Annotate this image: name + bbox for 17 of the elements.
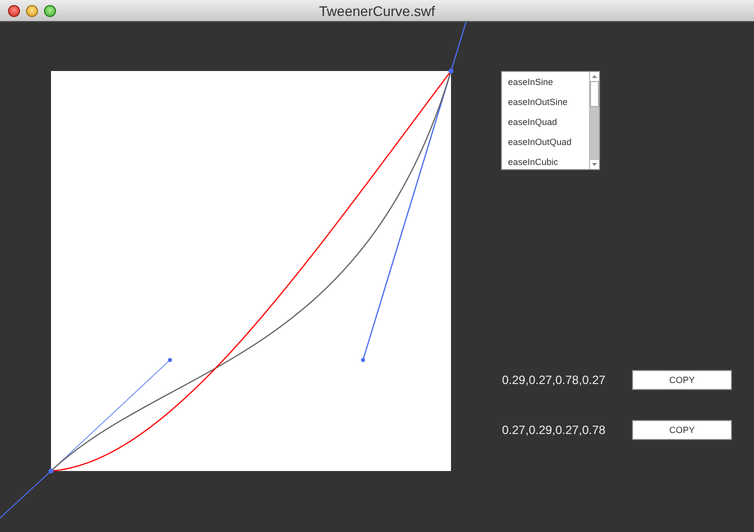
zoom-button[interactable] [44, 4, 56, 16]
down-arrow-icon[interactable] [592, 163, 597, 166]
bezier-values: 0.29,0.27,0.78,0.27 [501, 373, 606, 387]
list-item[interactable]: easeInSine [502, 72, 589, 92]
list-item[interactable]: easeInOutQuad [502, 132, 589, 152]
up-arrow-icon[interactable] [592, 75, 597, 78]
list-item[interactable]: easeInQuad [502, 112, 589, 132]
close-button[interactable] [8, 4, 20, 16]
list-item[interactable]: easeInCubic [502, 152, 589, 172]
copy-button[interactable]: COPY [632, 420, 732, 440]
copy-button[interactable]: COPY [632, 370, 732, 390]
bezier-editor-drawing[interactable] [0, 22, 467, 518]
minimize-button[interactable] [26, 4, 38, 16]
window-title: TweenerCurve.swf [319, 2, 435, 18]
scrollbar[interactable] [589, 72, 599, 169]
list-item[interactable]: easeInOutSine [502, 92, 589, 112]
bezier-values: 0.27,0.29,0.27,0.78 [501, 423, 606, 437]
